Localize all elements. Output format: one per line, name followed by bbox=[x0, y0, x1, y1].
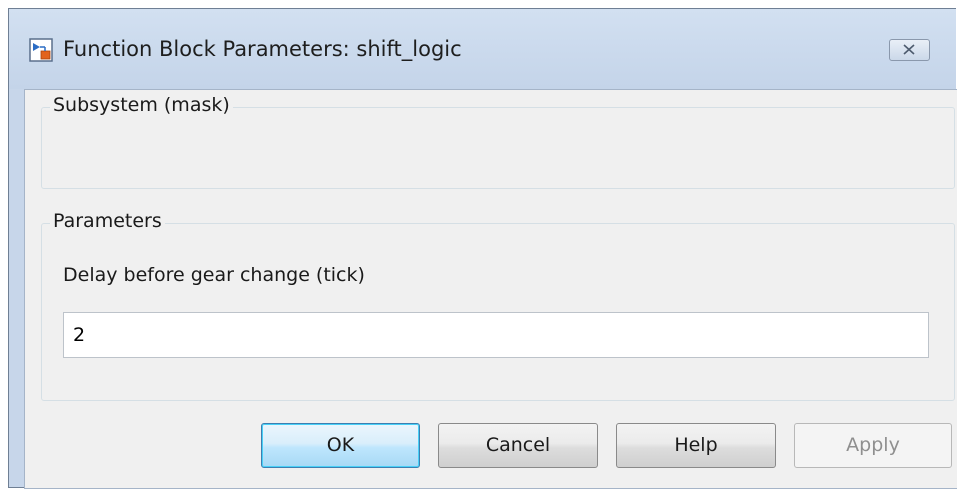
dialog-client-area: Subsystem (mask) Parameters Delay before… bbox=[24, 89, 957, 489]
help-button[interactable]: Help bbox=[616, 423, 776, 468]
simulink-block-icon bbox=[29, 38, 53, 62]
ok-button[interactable]: OK bbox=[261, 423, 420, 468]
dialog-window: Function Block Parameters: shift_logic S… bbox=[8, 8, 957, 489]
subsystem-mask-group bbox=[41, 107, 955, 189]
subsystem-mask-label: Subsystem (mask) bbox=[50, 94, 233, 116]
window-title: Function Block Parameters: shift_logic bbox=[63, 37, 462, 61]
title-bar[interactable]: Function Block Parameters: shift_logic bbox=[9, 9, 956, 89]
cancel-button[interactable]: Cancel bbox=[438, 423, 598, 468]
apply-button[interactable]: Apply bbox=[794, 423, 952, 468]
parameters-group-label: Parameters bbox=[50, 210, 165, 232]
delay-field-label: Delay before gear change (tick) bbox=[63, 264, 365, 286]
delay-input[interactable] bbox=[63, 312, 929, 358]
close-button[interactable] bbox=[889, 39, 930, 61]
